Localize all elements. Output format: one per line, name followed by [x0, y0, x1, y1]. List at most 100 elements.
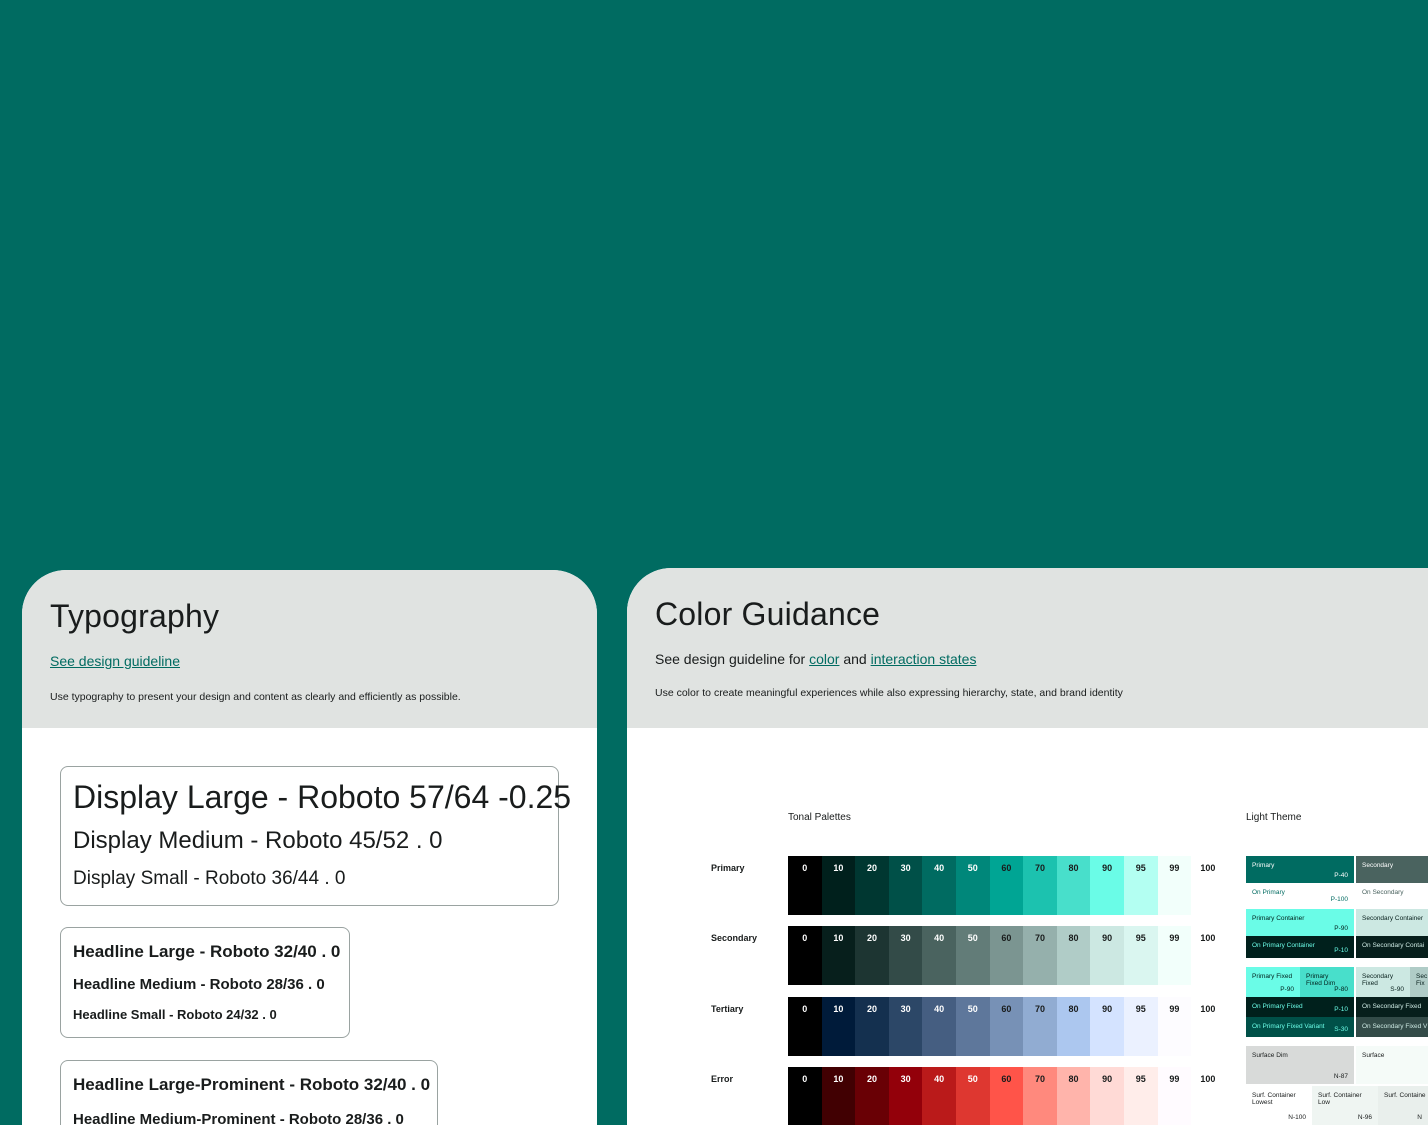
on-primary-fixed-variant-value: S-30: [1334, 1026, 1348, 1033]
error-tone-0-swatch[interactable]: 0: [788, 1067, 822, 1125]
primary-tone-70-swatch[interactable]: 70: [1023, 856, 1057, 915]
surface-container-lowest-value: N-100: [1288, 1114, 1306, 1121]
tertiary-tone-80-swatch[interactable]: 80: [1056, 997, 1091, 1056]
tone-label: 50: [967, 863, 978, 873]
on-secondary-role-name: On Secondary: [1362, 889, 1404, 896]
tone-label: 95: [1135, 1074, 1146, 1084]
surface-name: Surface: [1362, 1052, 1385, 1059]
tertiary-tone-10-swatch[interactable]: 10: [821, 997, 856, 1056]
primary-tone-90-swatch[interactable]: 90: [1090, 856, 1124, 915]
secondary-role[interactable]: Secondary: [1356, 856, 1428, 883]
primary-tone-40-swatch[interactable]: 40: [922, 856, 956, 915]
secondary-palette-row: 0 10 20 30 40 50 60 70 80 90 95 99 100: [788, 926, 1225, 985]
primary-tone-30-swatch[interactable]: 30: [888, 856, 923, 915]
tertiary-tone-30-swatch[interactable]: 30: [888, 997, 923, 1056]
on-secondary-fixed-name: On Secondary Fixed: [1362, 1003, 1422, 1010]
primary-tone-100-swatch[interactable]: 100: [1191, 856, 1225, 915]
primary-role[interactable]: Primary P-40: [1246, 856, 1354, 883]
error-tone-90-swatch[interactable]: 90: [1090, 1067, 1124, 1125]
on-secondary-container-role[interactable]: On Secondary Contai: [1356, 936, 1428, 958]
tone-label: 30: [900, 933, 911, 943]
primary-tone-50-swatch[interactable]: 50: [955, 856, 990, 915]
primary-fixed-dim-role[interactable]: Primary Fixed Dim P-80: [1300, 967, 1354, 997]
tone-label: 20: [866, 863, 877, 873]
secondary-container-role[interactable]: Secondary Container: [1356, 909, 1428, 936]
error-tone-95-swatch[interactable]: 95: [1123, 1067, 1158, 1125]
primary-tone-99-swatch[interactable]: 99: [1157, 856, 1192, 915]
error-tone-100-swatch[interactable]: 100: [1191, 1067, 1225, 1125]
on-primary-role[interactable]: On Primary P-100: [1246, 883, 1354, 907]
on-secondary-role[interactable]: On Secondary: [1356, 883, 1428, 907]
secondary-tone-95-swatch[interactable]: 95: [1123, 926, 1158, 985]
secondary-tone-40-swatch[interactable]: 40: [922, 926, 956, 985]
tertiary-tone-20-swatch[interactable]: 20: [855, 997, 889, 1056]
on-primary-fixed-variant-role[interactable]: On Primary Fixed Variant S-30: [1246, 1017, 1354, 1037]
interaction-states-link[interactable]: interaction states: [871, 651, 977, 667]
surface-container-role[interactable]: Surf. Containe N: [1378, 1086, 1428, 1125]
secondary-tone-30-swatch[interactable]: 30: [888, 926, 923, 985]
on-primary-container-value: P-10: [1334, 947, 1348, 954]
tertiary-tone-50-swatch[interactable]: 50: [955, 997, 990, 1056]
secondary-tone-50-swatch[interactable]: 50: [955, 926, 990, 985]
tertiary-tone-100-swatch[interactable]: 100: [1191, 997, 1225, 1056]
secondary-fixed-role[interactable]: Secondary Fixed S-90: [1356, 967, 1410, 997]
surface-container-low-value: N-96: [1357, 1114, 1372, 1121]
secondary-tone-60-swatch[interactable]: 60: [989, 926, 1024, 985]
tone-label: 60: [1001, 1074, 1012, 1084]
primary-tone-95-swatch[interactable]: 95: [1123, 856, 1158, 915]
tone-label: 80: [1068, 933, 1079, 943]
surface-role[interactable]: Surface: [1356, 1046, 1428, 1084]
tertiary-tone-0-swatch[interactable]: 0: [788, 997, 822, 1056]
tone-label: 60: [1001, 933, 1012, 943]
error-tone-70-swatch[interactable]: 70: [1023, 1067, 1057, 1125]
error-tone-40-swatch[interactable]: 40: [922, 1067, 956, 1125]
primary-role-value: P-40: [1334, 872, 1348, 879]
surface-dim-role[interactable]: Surface Dim N-87: [1246, 1046, 1354, 1084]
secondary-tone-80-swatch[interactable]: 80: [1056, 926, 1091, 985]
primary-tone-0-swatch[interactable]: 0: [788, 856, 822, 915]
primary-tone-20-swatch[interactable]: 20: [855, 856, 889, 915]
error-tone-20-swatch[interactable]: 20: [855, 1067, 889, 1125]
surface-container-lowest-role[interactable]: Surf. Container Lowest N-100: [1246, 1086, 1312, 1125]
secondary-tone-90-swatch[interactable]: 90: [1090, 926, 1124, 985]
on-secondary-fixed-variant-role[interactable]: On Secondary Fixed V: [1356, 1017, 1428, 1037]
secondary-tone-0-swatch[interactable]: 0: [788, 926, 822, 985]
primary-container-role[interactable]: Primary Container P-90: [1246, 909, 1354, 936]
tertiary-tone-40-swatch[interactable]: 40: [922, 997, 956, 1056]
error-tone-30-swatch[interactable]: 30: [888, 1067, 923, 1125]
surface-container-lowest-name: Surf. Container Lowest: [1252, 1092, 1296, 1106]
error-tone-80-swatch[interactable]: 80: [1056, 1067, 1091, 1125]
primary-tone-80-swatch[interactable]: 80: [1056, 856, 1091, 915]
secondary-fixed-dim-role[interactable]: Sec Fix: [1410, 967, 1428, 997]
tone-label: 0: [802, 933, 808, 943]
surface-container-name: Surf. Containe: [1384, 1092, 1426, 1099]
error-tone-10-swatch[interactable]: 10: [821, 1067, 856, 1125]
error-tone-99-swatch[interactable]: 99: [1157, 1067, 1192, 1125]
primary-tone-60-swatch[interactable]: 60: [989, 856, 1024, 915]
on-secondary-fixed-role[interactable]: On Secondary Fixed: [1356, 997, 1428, 1017]
tone-label: 90: [1102, 863, 1113, 873]
secondary-tone-20-swatch[interactable]: 20: [855, 926, 889, 985]
tertiary-tone-99-swatch[interactable]: 99: [1157, 997, 1192, 1056]
see-design-guideline-link[interactable]: See design guideline: [50, 653, 180, 669]
tertiary-tone-70-swatch[interactable]: 70: [1023, 997, 1057, 1056]
primary-tone-10-swatch[interactable]: 10: [821, 856, 856, 915]
typography-title: Typography: [50, 598, 220, 634]
secondary-tone-100-swatch[interactable]: 100: [1191, 926, 1225, 985]
surface-container-low-role[interactable]: Surf. Container Low N-96: [1312, 1086, 1378, 1125]
on-primary-container-role[interactable]: On Primary Container P-10: [1246, 936, 1354, 958]
tone-label: 10: [833, 1074, 844, 1084]
error-tone-60-swatch[interactable]: 60: [989, 1067, 1024, 1125]
tertiary-tone-60-swatch[interactable]: 60: [989, 997, 1024, 1056]
primary-fixed-role[interactable]: Primary Fixed P-90: [1246, 967, 1300, 997]
secondary-tone-70-swatch[interactable]: 70: [1023, 926, 1057, 985]
tertiary-tone-95-swatch[interactable]: 95: [1123, 997, 1158, 1056]
error-tone-50-swatch[interactable]: 50: [955, 1067, 990, 1125]
color-link[interactable]: color: [809, 651, 839, 667]
tone-label: 60: [1001, 863, 1012, 873]
on-primary-fixed-role[interactable]: On Primary Fixed P-10: [1246, 997, 1354, 1017]
secondary-tone-99-swatch[interactable]: 99: [1157, 926, 1192, 985]
color-description: Use color to create meaningful experienc…: [655, 687, 1123, 699]
tertiary-tone-90-swatch[interactable]: 90: [1090, 997, 1124, 1056]
secondary-tone-10-swatch[interactable]: 10: [821, 926, 856, 985]
